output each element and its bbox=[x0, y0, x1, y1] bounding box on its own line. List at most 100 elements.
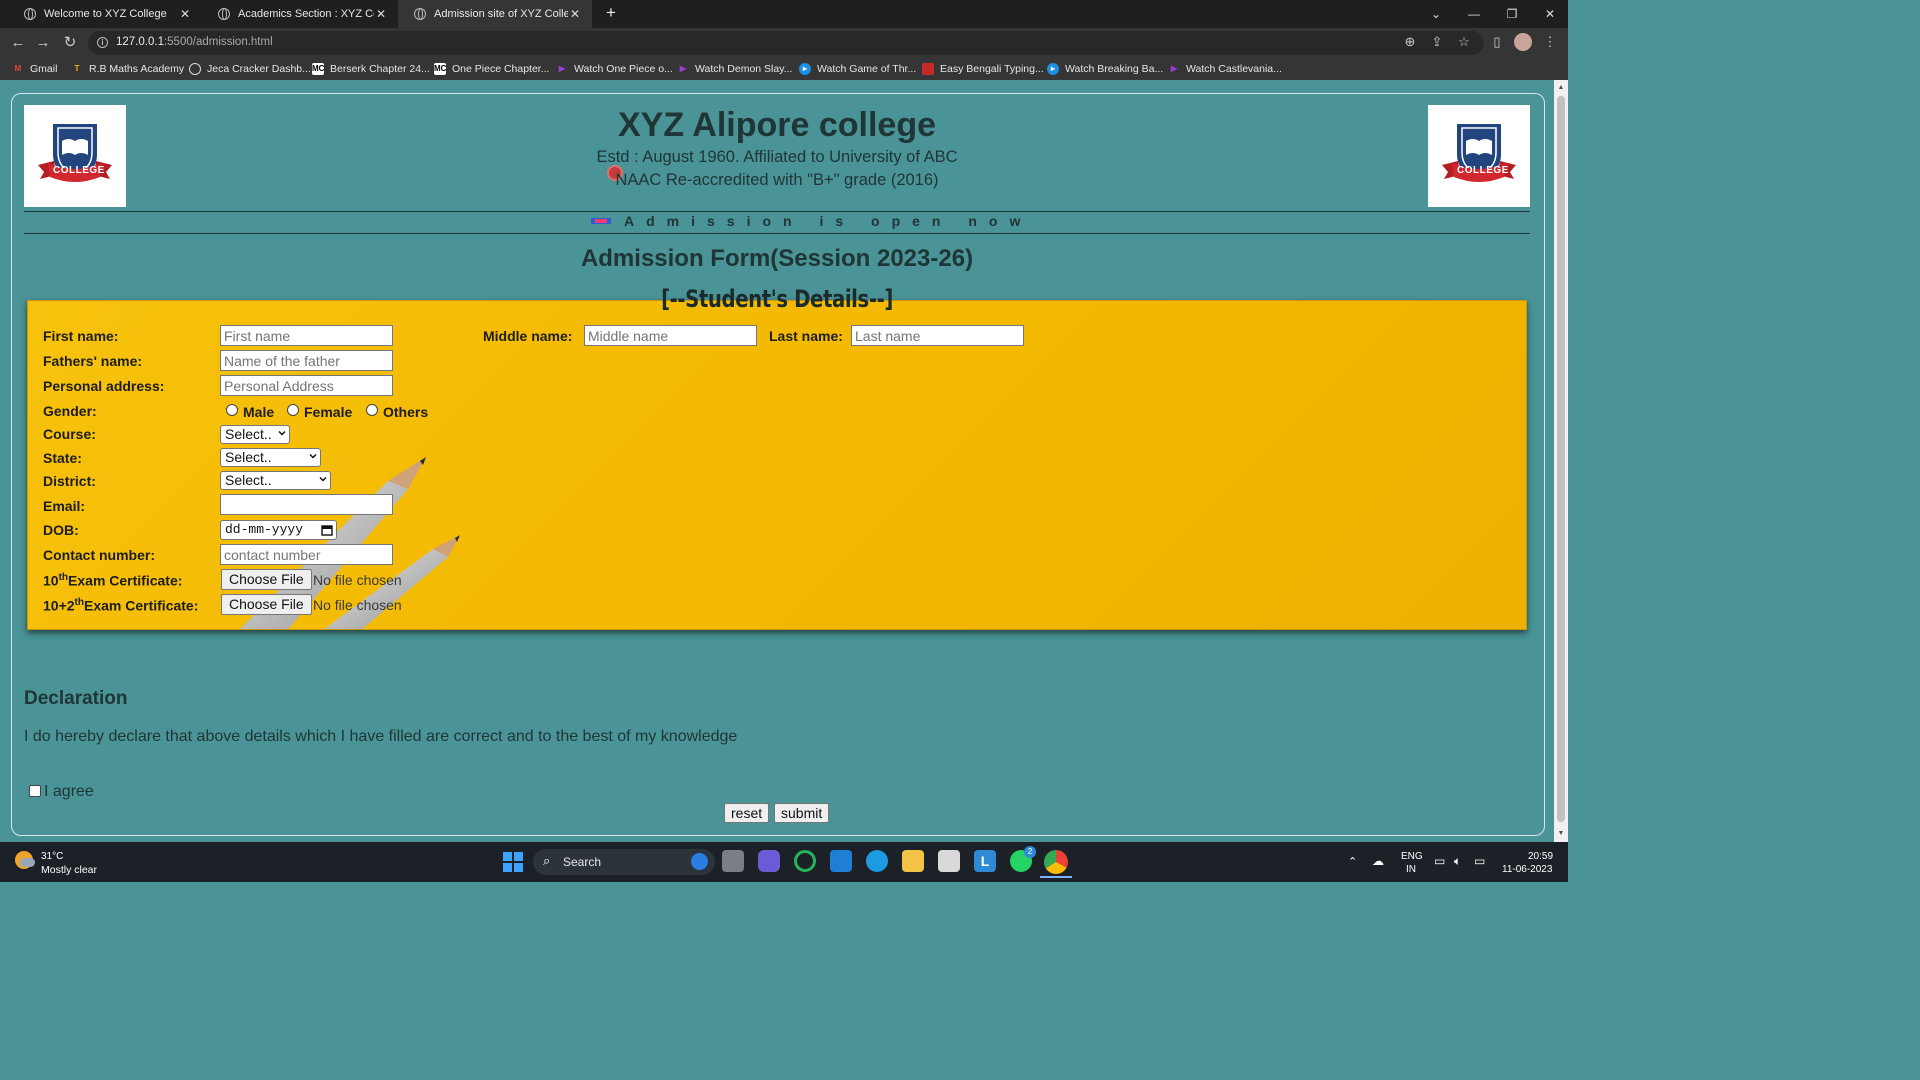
circle-play-icon: ▸ bbox=[799, 63, 811, 75]
bookmark-rb-maths[interactable]: T R.B Maths Academy bbox=[71, 61, 185, 77]
network-icon[interactable]: ▭ bbox=[1434, 854, 1445, 868]
first-name-input[interactable] bbox=[220, 325, 393, 346]
submit-button[interactable]: submit bbox=[774, 803, 830, 823]
fathers-name-input[interactable] bbox=[220, 350, 393, 371]
cert12-file-status: No file chosen bbox=[313, 597, 402, 613]
bookmark-demon-slayer[interactable]: ▶ Watch Demon Slay... bbox=[677, 61, 793, 77]
new-badge-icon bbox=[591, 218, 611, 224]
restore-button[interactable]: ❐ bbox=[1494, 0, 1530, 28]
agree-label: I agree bbox=[44, 783, 94, 800]
tab-search-icon[interactable]: ⌄ bbox=[1418, 0, 1454, 28]
clock-date[interactable]: 11-06-2023 bbox=[1502, 864, 1552, 875]
language-in[interactable]: IN bbox=[1406, 864, 1416, 875]
bookmark-jeca[interactable]: Jeca Cracker Dashb... bbox=[189, 61, 311, 77]
last-name-input[interactable] bbox=[851, 325, 1024, 346]
close-tab-icon[interactable]: ✕ bbox=[178, 7, 192, 21]
file-explorer-icon[interactable] bbox=[902, 850, 924, 872]
whatsapp-icon[interactable]: 2 bbox=[1010, 846, 1036, 872]
vscode-icon[interactable] bbox=[830, 850, 852, 872]
bookmark-castlevania[interactable]: ▶ Watch Castlevania... bbox=[1168, 61, 1282, 77]
reset-button[interactable]: reset bbox=[724, 803, 770, 823]
jeca-icon bbox=[189, 63, 201, 75]
form-title: Admission Form(Session 2023-26) bbox=[580, 245, 974, 272]
scrollbar-thumb[interactable] bbox=[1557, 96, 1565, 822]
gender-female-radio[interactable] bbox=[287, 404, 299, 416]
address-bar[interactable]: i 127.0.0.1:5500/admission.html ⊕ ⇪ ☆ bbox=[88, 31, 1484, 55]
profile-avatar[interactable] bbox=[1514, 33, 1532, 51]
zoom-icon[interactable]: ⊕ bbox=[1401, 33, 1419, 51]
contact-input[interactable] bbox=[220, 544, 393, 565]
tab-title: Academics Section : XYZ College bbox=[238, 8, 374, 20]
cert12-choose-file-button[interactable]: Choose File bbox=[221, 594, 312, 615]
chrome-icon[interactable] bbox=[1044, 850, 1068, 874]
mc-icon: MC bbox=[434, 63, 447, 75]
tab-title: Welcome to XYZ College bbox=[44, 8, 167, 20]
share-icon[interactable]: ⇪ bbox=[1428, 33, 1446, 51]
windows-start-icon[interactable] bbox=[503, 852, 523, 872]
language-eng[interactable]: ENG bbox=[1401, 851, 1423, 862]
weather-icon[interactable] bbox=[15, 851, 35, 869]
bookmark-game-of-thrones[interactable]: ▸ Watch Game of Thr... bbox=[799, 61, 916, 77]
bookmark-star-icon[interactable]: ☆ bbox=[1455, 33, 1473, 51]
state-select[interactable]: Select.. bbox=[220, 448, 321, 467]
back-icon[interactable]: ← bbox=[8, 33, 28, 53]
task-view-icon[interactable] bbox=[722, 850, 744, 872]
dob-input[interactable]: dd-mm-yyyy bbox=[220, 520, 337, 540]
last-name-label: Last name: bbox=[769, 328, 843, 344]
bookmark-one-piece-chapter[interactable]: MC One Piece Chapter... bbox=[434, 61, 549, 77]
minimize-button[interactable]: — bbox=[1456, 0, 1492, 28]
new-tab-button[interactable]: + bbox=[602, 4, 620, 22]
course-select[interactable]: Select.. bbox=[220, 425, 290, 444]
play-icon: ▶ bbox=[558, 64, 566, 73]
menu-kebab-icon[interactable]: ⋮ bbox=[1541, 33, 1559, 51]
bookmark-bengali-typing[interactable]: Easy Bengali Typing... bbox=[922, 61, 1044, 77]
cert10-choose-file-button[interactable]: Choose File bbox=[221, 569, 312, 590]
district-select[interactable]: Select.. bbox=[220, 471, 331, 490]
close-tab-icon[interactable]: ✕ bbox=[374, 7, 388, 21]
state-select-value: Select.. bbox=[225, 449, 272, 465]
close-window-button[interactable]: ✕ bbox=[1532, 0, 1568, 28]
site-info-icon[interactable]: i bbox=[97, 37, 108, 48]
sync-app-icon[interactable] bbox=[794, 850, 816, 872]
url-text: 127.0.0.1:5500/admission.html bbox=[116, 36, 273, 48]
clock-time[interactable]: 20:59 bbox=[1528, 851, 1553, 862]
teams-chat-icon[interactable] bbox=[758, 850, 780, 872]
agree-checkbox[interactable] bbox=[29, 785, 41, 797]
side-panel-icon[interactable]: ▯ bbox=[1488, 33, 1506, 51]
close-tab-icon[interactable]: ✕ bbox=[568, 7, 582, 21]
email-input[interactable] bbox=[220, 494, 393, 515]
dob-label: DOB: bbox=[43, 522, 79, 538]
naac-info: NAAC Re-accredited with "B+" grade (2016… bbox=[615, 171, 939, 189]
scroll-down-icon[interactable]: ▼ bbox=[1557, 830, 1565, 838]
gender-male-radio[interactable] bbox=[226, 404, 238, 416]
whatsapp-badge: 2 bbox=[1024, 846, 1036, 858]
forward-icon[interactable]: → bbox=[33, 33, 53, 53]
chevron-down-icon bbox=[278, 430, 286, 436]
bookmark-berserk[interactable]: MC Berserk Chapter 24... bbox=[312, 61, 430, 77]
battery-icon[interactable]: ▭ bbox=[1474, 854, 1485, 868]
tab-academics[interactable]: Academics Section : XYZ College ✕ bbox=[202, 0, 398, 28]
middle-name-label: Middle name: bbox=[483, 328, 573, 344]
tab-admission[interactable]: Admission site of XYZ College ✕ bbox=[398, 0, 592, 28]
tray-overflow-icon[interactable]: ⌃ bbox=[1348, 855, 1357, 868]
reload-icon[interactable]: ↻ bbox=[60, 33, 80, 53]
bookmark-gmail[interactable]: M Gmail bbox=[12, 61, 58, 77]
gender-others-radio[interactable] bbox=[366, 404, 378, 416]
tab-welcome[interactable]: Welcome to XYZ College ✕ bbox=[8, 0, 202, 28]
scroll-up-icon[interactable]: ▲ bbox=[1557, 84, 1565, 92]
bookmark-watch-one-piece[interactable]: ▶ Watch One Piece o... bbox=[556, 61, 673, 77]
store-icon[interactable] bbox=[938, 850, 960, 872]
calendar-icon[interactable] bbox=[321, 524, 333, 536]
bookmark-breaking-bad[interactable]: ▸ Watch Breaking Ba... bbox=[1047, 61, 1163, 77]
middle-name-input[interactable] bbox=[584, 325, 757, 346]
active-app-indicator bbox=[1040, 876, 1072, 878]
page-scrollbar[interactable]: ▲ ▼ bbox=[1554, 80, 1568, 842]
taskbar-search[interactable]: ⌕ Search bbox=[533, 849, 715, 875]
l-app-icon[interactable]: L bbox=[974, 850, 996, 872]
volume-icon[interactable]: 🔈︎ bbox=[1454, 854, 1461, 869]
course-select-value: Select.. bbox=[225, 426, 272, 442]
declaration-text: I do hereby declare that above details w… bbox=[24, 728, 738, 745]
address-input[interactable] bbox=[220, 375, 393, 396]
onedrive-icon[interactable]: ☁ bbox=[1372, 854, 1384, 868]
edge-icon[interactable] bbox=[866, 850, 888, 872]
